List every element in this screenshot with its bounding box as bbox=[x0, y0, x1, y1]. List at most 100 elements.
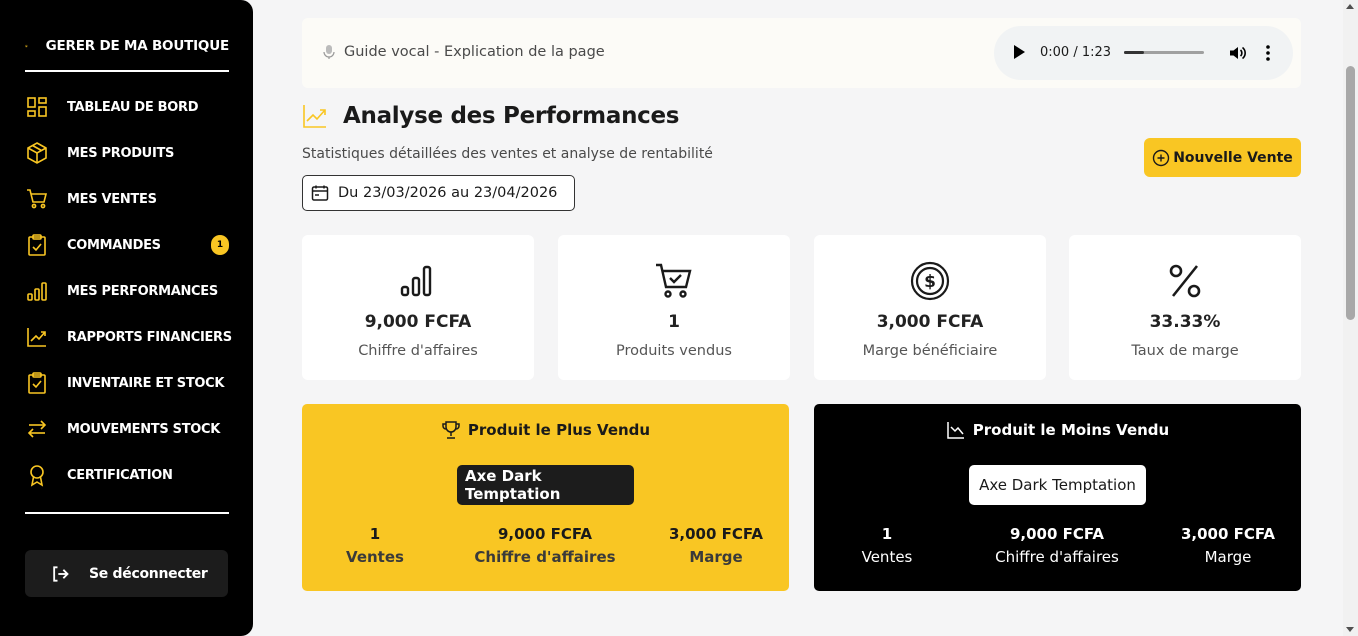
page-scrollbar[interactable] bbox=[1343, 0, 1358, 636]
worst-stat-revenue: 9,000 FCFA Chiffre d'affaires bbox=[977, 523, 1137, 569]
kpi-value: 33.33% bbox=[1149, 312, 1221, 332]
trend-chart-icon bbox=[303, 105, 326, 128]
stat-value: 3,000 FCFA bbox=[668, 525, 764, 543]
dashboard-icon bbox=[27, 97, 47, 117]
audio-seek-fill bbox=[1124, 51, 1144, 54]
play-icon[interactable] bbox=[1014, 45, 1025, 59]
logout-label: Se déconnecter bbox=[89, 565, 208, 582]
kpi-value: 9,000 FCFA bbox=[364, 312, 472, 332]
plus-circle-icon bbox=[1152, 149, 1170, 166]
sidebar-item-commandes[interactable]: COMMANDES 1 bbox=[25, 222, 229, 268]
kpi-value: 3,000 FCFA bbox=[876, 312, 984, 332]
worst-stat-margin: 3,000 FCFA Marge bbox=[1168, 523, 1288, 569]
worst-product-panel: Produit le Moins Vendu Axe Dark Temptati… bbox=[814, 404, 1301, 591]
sidebar-item-mes-ventes[interactable]: MES VENTES bbox=[25, 176, 229, 222]
sidebar-item-label: MOUVEMENTS STOCK bbox=[67, 421, 221, 437]
sidebar-nav: TABLEAU DE BORD MES PRODUITS MES VENTES … bbox=[25, 84, 232, 498]
sidebar-item-mouvements-stock[interactable]: MOUVEMENTS STOCK bbox=[25, 406, 229, 452]
brand[interactable]: GERER DE MA BOUTIQUE bbox=[25, 36, 229, 72]
best-product-header: Produit le Plus Vendu bbox=[302, 420, 789, 440]
worst-product-title: Produit le Moins Vendu bbox=[972, 421, 1170, 439]
stat-label: Chiffre d'affaires bbox=[995, 548, 1119, 566]
svg-text:$: $ bbox=[924, 272, 936, 292]
sidebar: GERER DE MA BOUTIQUE TABLEAU DE BORD MES… bbox=[0, 0, 253, 636]
percent-icon bbox=[1169, 264, 1201, 298]
stat-label: Chiffre d'affaires bbox=[474, 548, 616, 566]
trophy-icon bbox=[442, 421, 460, 439]
sidebar-item-mes-produits[interactable]: MES PRODUITS bbox=[25, 130, 229, 176]
sidebar-item-label: RAPPORTS FINANCIERS bbox=[67, 329, 232, 345]
audio-time: 0:00 / 1:23 bbox=[1040, 45, 1112, 60]
more-options-icon[interactable] bbox=[1266, 44, 1270, 62]
new-sale-button[interactable]: Nouvelle Vente bbox=[1144, 138, 1301, 177]
dollar-coin-icon: $ bbox=[910, 261, 950, 301]
sidebar-item-label: INVENTAIRE ET STOCK bbox=[67, 375, 225, 391]
stat-label: Ventes bbox=[861, 548, 913, 566]
sidebar-item-label: MES PRODUITS bbox=[67, 145, 175, 161]
audio-guide-label: Guide vocal - Explication de la page bbox=[344, 44, 605, 60]
declining-chart-icon bbox=[947, 422, 964, 439]
sidebar-item-tableau-de-bord[interactable]: TABLEAU DE BORD bbox=[25, 84, 229, 130]
audio-player: 0:00 / 1:23 bbox=[994, 26, 1293, 80]
sidebar-item-label: CERTIFICATION bbox=[67, 467, 173, 483]
sidebar-item-certification[interactable]: CERTIFICATION bbox=[25, 452, 229, 498]
kpi-label: Chiffre d'affaires bbox=[358, 343, 478, 359]
sidebar-item-mes-performances[interactable]: MES PERFORMANCES bbox=[25, 268, 229, 314]
worst-product-header: Produit le Moins Vendu bbox=[814, 420, 1301, 440]
bar-chart-icon bbox=[27, 282, 47, 301]
audio-guide-bar: Guide vocal - Explication de la page 0:0… bbox=[302, 18, 1301, 88]
sidebar-item-label: TABLEAU DE BORD bbox=[67, 99, 199, 115]
sidebar-item-label: MES PERFORMANCES bbox=[67, 283, 218, 299]
date-range-label: Du 23/03/2026 au 23/04/2026 bbox=[338, 185, 558, 201]
calendar-icon bbox=[311, 185, 329, 201]
stat-value: 3,000 FCFA bbox=[1180, 525, 1276, 543]
scroll-up-icon[interactable] bbox=[1346, 4, 1354, 9]
stat-value: 9,000 FCFA bbox=[1009, 525, 1105, 543]
orders-badge: 1 bbox=[211, 235, 229, 255]
new-sale-label: Nouvelle Vente bbox=[1173, 149, 1293, 166]
sidebar-item-label: COMMANDES bbox=[67, 237, 161, 253]
clipboard-icon bbox=[28, 372, 46, 394]
logout-icon bbox=[53, 565, 69, 582]
brand-label: GERER DE MA BOUTIQUE bbox=[45, 38, 230, 54]
best-stat-sales: 1 Ventes bbox=[325, 523, 425, 569]
transfer-icon bbox=[27, 420, 47, 438]
best-product-name: Axe Dark Temptation bbox=[457, 465, 634, 505]
kpi-label: Marge bénéficiaire bbox=[862, 343, 998, 359]
date-range-picker[interactable]: Du 23/03/2026 au 23/04/2026 bbox=[302, 175, 575, 211]
stat-label: Ventes bbox=[346, 548, 404, 566]
kpi-card-revenue: 9,000 FCFA Chiffre d'affaires bbox=[302, 235, 534, 380]
best-product-panel: Produit le Plus Vendu Axe Dark Temptatio… bbox=[302, 404, 789, 591]
best-stat-revenue: 9,000 FCFA Chiffre d'affaires bbox=[465, 523, 625, 569]
kpi-card-products-sold: 1 Produits vendus bbox=[558, 235, 790, 380]
page-subtitle: Statistiques détaillées des ventes et an… bbox=[302, 146, 713, 162]
store-icon bbox=[25, 45, 28, 48]
scroll-down-icon[interactable] bbox=[1346, 627, 1354, 632]
stat-value: 9,000 FCFA bbox=[497, 525, 593, 543]
sidebar-item-rapports-financiers[interactable]: RAPPORTS FINANCIERS bbox=[25, 314, 232, 360]
kpi-value: 1 bbox=[668, 312, 680, 332]
logout-button[interactable]: Se déconnecter bbox=[25, 550, 228, 597]
kpi-label: Produits vendus bbox=[616, 343, 732, 359]
kpi-label: Taux de marge bbox=[1131, 343, 1239, 359]
stat-label: Marge bbox=[1204, 548, 1252, 566]
microphone-icon bbox=[323, 45, 335, 59]
audio-seek-bar[interactable] bbox=[1124, 51, 1204, 54]
audio-guide: Guide vocal - Explication de la page bbox=[322, 44, 605, 60]
stat-value: 1 bbox=[881, 525, 893, 543]
best-product-title: Produit le Plus Vendu bbox=[467, 421, 651, 439]
trend-chart-icon bbox=[27, 328, 46, 347]
sidebar-item-inventaire-et-stock[interactable]: INVENTAIRE ET STOCK bbox=[25, 360, 229, 406]
best-stat-margin: 3,000 FCFA Marge bbox=[656, 523, 776, 569]
worst-product-name: Axe Dark Temptation bbox=[969, 465, 1146, 505]
stat-label: Marge bbox=[689, 548, 743, 566]
award-icon bbox=[30, 465, 44, 487]
scrollbar-thumb[interactable] bbox=[1346, 66, 1355, 320]
clipboard-check-icon bbox=[28, 234, 46, 256]
cart-icon bbox=[27, 189, 48, 209]
volume-icon[interactable] bbox=[1228, 44, 1246, 62]
bar-chart-icon bbox=[400, 265, 432, 297]
worst-stat-sales: 1 Ventes bbox=[837, 523, 937, 569]
sidebar-item-label: MES VENTES bbox=[67, 191, 157, 207]
box-icon bbox=[27, 142, 47, 164]
